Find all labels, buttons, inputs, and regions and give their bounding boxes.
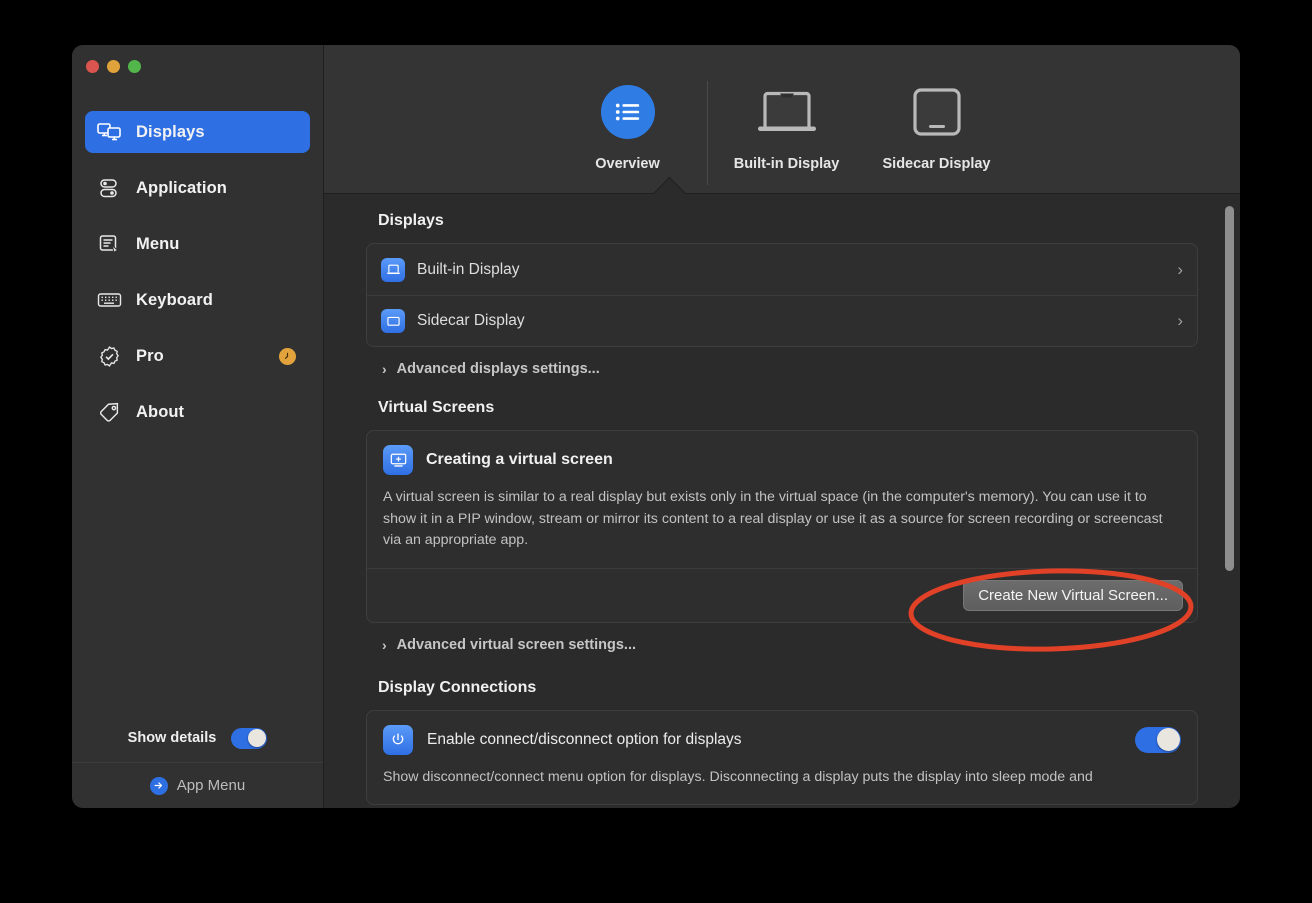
toolbar-divider — [707, 81, 708, 185]
toggle-knob — [1157, 728, 1180, 751]
row-label: Built-in Display — [417, 261, 1177, 279]
tag-icon — [96, 400, 122, 424]
zoom-button[interactable] — [128, 60, 141, 73]
virtual-screen-icon — [383, 445, 413, 475]
virtual-screen-card-title: Creating a virtual screen — [426, 451, 613, 469]
sliders-icon — [96, 176, 122, 200]
show-details-toggle[interactable] — [231, 728, 267, 749]
tab-label: Sidecar Display — [883, 156, 991, 172]
app-window: Displays Application — [72, 45, 1240, 808]
sidebar-item-application[interactable]: Application — [85, 167, 310, 209]
sidebar-item-displays[interactable]: Displays — [85, 111, 310, 153]
sidebar-item-pro[interactable]: Pro — [85, 335, 310, 377]
sidebar-item-about[interactable]: About — [85, 391, 310, 433]
chevron-right-icon: › — [382, 637, 387, 653]
row-label: Sidecar Display — [417, 312, 1177, 330]
row-built-in-display[interactable]: Built-in Display › — [367, 244, 1197, 295]
section-title-display-connections: Display Connections — [378, 679, 1198, 697]
minimize-button[interactable] — [107, 60, 120, 73]
toggle-knob — [248, 729, 266, 747]
scrollbar-thumb[interactable] — [1225, 206, 1234, 571]
virtual-screen-card-header: Creating a virtual screen — [367, 431, 1197, 483]
sidebar-item-label: Keyboard — [136, 291, 213, 310]
display-connections-description: Show disconnect/connect menu option for … — [367, 767, 1197, 805]
clock-icon — [279, 348, 296, 365]
display-connections-card: Enable connect/disconnect option for dis… — [366, 710, 1198, 806]
selected-tab-indicator — [653, 177, 687, 194]
toolbar: Overview Built-in Display — [324, 45, 1240, 194]
advanced-virtual-screen-settings-link[interactable]: › Advanced virtual screen settings... — [366, 623, 1198, 653]
content-scrollbar[interactable] — [1225, 206, 1234, 798]
row-sidecar-display[interactable]: Sidecar Display › — [367, 295, 1197, 346]
content-area: Displays Built-in Display › — [324, 194, 1240, 808]
virtual-screens-card: Creating a virtual screen A virtual scre… — [366, 430, 1198, 623]
tab-built-in-display[interactable]: Built-in Display — [712, 81, 862, 172]
advanced-displays-settings-label: Advanced displays settings... — [397, 361, 600, 377]
advanced-displays-settings-link[interactable]: › Advanced displays settings... — [366, 347, 1198, 377]
right-pane: Overview Built-in Display — [324, 45, 1240, 808]
sidebar-footer: Show details App Menu — [72, 714, 323, 808]
close-button[interactable] — [86, 60, 99, 73]
tab-label: Built-in Display — [734, 156, 840, 172]
tab-sidecar-display[interactable]: Sidecar Display — [862, 81, 1012, 172]
tablet-icon — [907, 81, 967, 143]
sidebar-item-label: Pro — [136, 347, 164, 366]
app-menu-label: App Menu — [177, 777, 245, 794]
arrow-right-circle-icon — [150, 777, 168, 795]
show-details-label: Show details — [128, 730, 217, 746]
sidebar-item-menu[interactable]: Menu — [85, 223, 310, 265]
chevron-right-icon: › — [1177, 311, 1183, 331]
window-controls — [72, 45, 323, 89]
keyboard-icon — [96, 288, 122, 312]
power-icon — [383, 725, 413, 755]
displays-card: Built-in Display › Sidecar Display › — [366, 243, 1198, 347]
chevron-right-icon: › — [382, 361, 387, 377]
laptop-icon — [753, 81, 821, 143]
show-details-row: Show details — [72, 714, 323, 762]
app-menu-button[interactable]: App Menu — [72, 763, 323, 808]
laptop-square-icon — [381, 258, 405, 282]
sidebar-item-label: Application — [136, 179, 227, 198]
sidebar-nav: Displays Application — [72, 89, 323, 714]
enable-connect-disconnect-label: Enable connect/disconnect option for dis… — [427, 731, 1121, 749]
toolbar-tabs: Overview Built-in Display — [553, 45, 1012, 185]
displays-icon — [96, 120, 122, 144]
virtual-screen-card-footer: Create New Virtual Screen... — [367, 568, 1197, 622]
menu-list-icon — [96, 232, 122, 256]
sidebar: Displays Application — [72, 45, 324, 808]
sidebar-item-label: Menu — [136, 235, 179, 254]
advanced-virtual-screen-settings-label: Advanced virtual screen settings... — [397, 637, 636, 653]
sidebar-item-label: About — [136, 403, 184, 422]
section-title-displays: Displays — [378, 212, 1198, 230]
sidebar-item-keyboard[interactable]: Keyboard — [85, 279, 310, 321]
monitor-square-icon — [381, 309, 405, 333]
create-new-virtual-screen-button[interactable]: Create New Virtual Screen... — [963, 580, 1183, 611]
chevron-right-icon: › — [1177, 260, 1183, 280]
enable-connect-disconnect-row: Enable connect/disconnect option for dis… — [367, 711, 1197, 767]
tab-overview[interactable]: Overview — [553, 81, 703, 172]
enable-connect-disconnect-toggle[interactable] — [1135, 727, 1181, 753]
list-circle-icon — [601, 81, 655, 143]
tab-label: Overview — [595, 156, 660, 172]
sidebar-item-label: Displays — [136, 123, 205, 142]
badge-check-icon — [96, 344, 122, 368]
virtual-screen-description: A virtual screen is similar to a real di… — [367, 483, 1197, 568]
section-title-virtual-screens: Virtual Screens — [378, 399, 1198, 417]
